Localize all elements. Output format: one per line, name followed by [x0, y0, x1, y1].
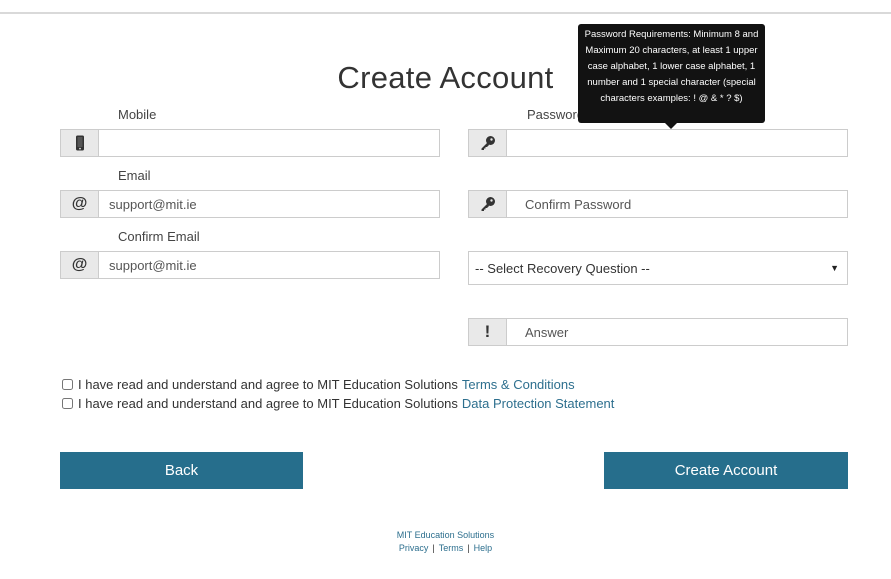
email-label: Email: [118, 168, 151, 183]
footer-links: Privacy | Terms | Help: [0, 543, 891, 553]
terms-agreement-text: I have read and understand and agree to …: [78, 377, 458, 392]
data-protection-agreement-text: I have read and understand and agree to …: [78, 396, 458, 411]
password-requirements-tooltip: Password Requirements: Minimum 8 and Max…: [578, 24, 765, 123]
password-input[interactable]: [507, 130, 847, 156]
tooltip-arrow: [665, 123, 677, 129]
phone-icon: [61, 130, 99, 156]
recovery-question-selected: -- Select Recovery Question --: [475, 260, 650, 276]
confirm-password-input[interactable]: [507, 191, 847, 217]
email-input-group: @: [60, 190, 440, 218]
terms-checkbox[interactable]: [62, 379, 73, 390]
data-protection-link[interactable]: Data Protection Statement: [462, 396, 614, 411]
footer-company: MIT Education Solutions: [396, 530, 495, 540]
key-icon: [469, 191, 507, 217]
at-icon: @: [61, 252, 99, 278]
at-icon: @: [61, 191, 99, 217]
data-protection-agreement-row: I have read and understand and agree to …: [62, 396, 614, 411]
footer-help-link[interactable]: Help: [474, 543, 493, 553]
mobile-input[interactable]: [99, 130, 439, 156]
footer-separator: |: [467, 543, 470, 553]
terms-conditions-link[interactable]: Terms & Conditions: [462, 377, 575, 392]
confirm-email-input[interactable]: [99, 252, 439, 278]
back-button[interactable]: Back: [60, 452, 303, 489]
mobile-label: Mobile: [118, 107, 157, 122]
footer-terms-link[interactable]: Terms: [439, 543, 464, 553]
key-icon: [469, 130, 507, 156]
data-protection-checkbox[interactable]: [62, 398, 73, 409]
email-input[interactable]: [99, 191, 439, 217]
password-input-group: [468, 129, 848, 157]
footer-privacy-link[interactable]: Privacy: [399, 543, 429, 553]
dropdown-caret-icon: ▼: [830, 263, 839, 273]
terms-agreement-row: I have read and understand and agree to …: [62, 377, 575, 392]
mobile-input-group: [60, 129, 440, 157]
top-divider: [0, 12, 891, 14]
exclamation-icon: !: [469, 319, 507, 345]
answer-input[interactable]: [507, 319, 847, 345]
confirm-password-input-group: [468, 190, 848, 218]
confirm-email-label: Confirm Email: [118, 229, 200, 244]
password-label: Password: [527, 107, 585, 122]
confirm-email-input-group: @: [60, 251, 440, 279]
create-account-button[interactable]: Create Account: [604, 452, 848, 489]
answer-input-group: !: [468, 318, 848, 346]
footer-separator: |: [432, 543, 435, 553]
recovery-question-select[interactable]: -- Select Recovery Question -- ▼: [468, 251, 848, 285]
